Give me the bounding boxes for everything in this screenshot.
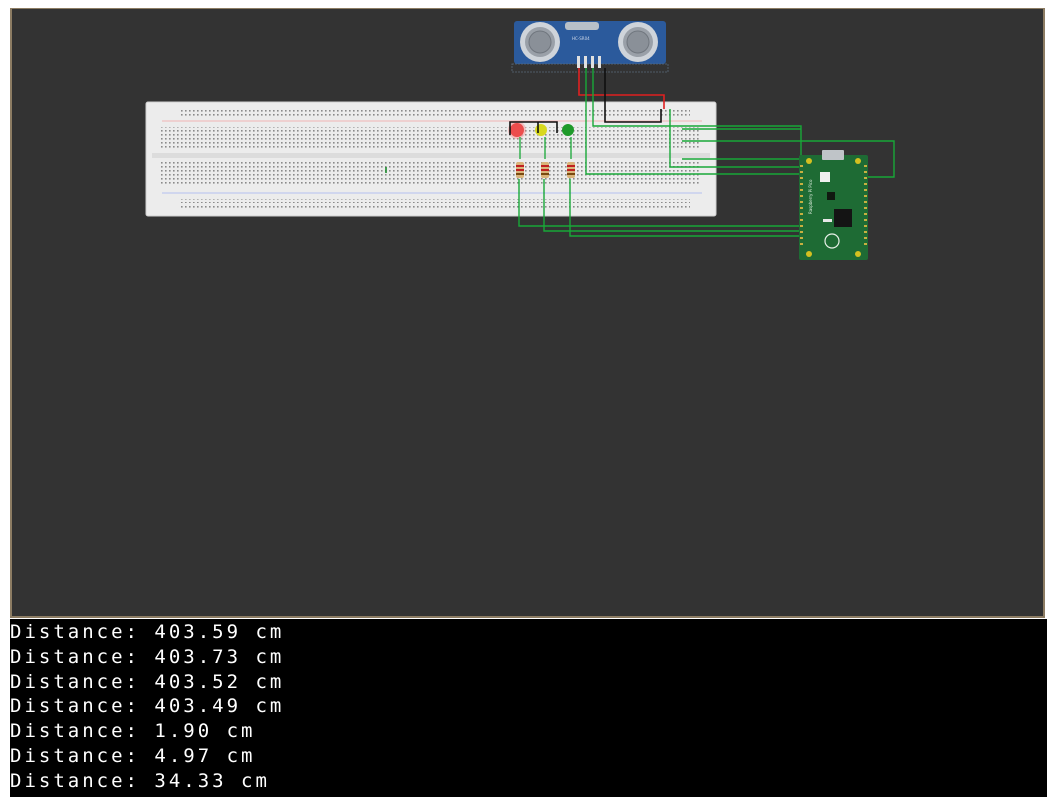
breadboard[interactable] bbox=[145, 101, 717, 217]
console-line: Distance: 403.49 cm bbox=[10, 695, 285, 718]
console-line: Distance: 403.59 cm bbox=[10, 621, 285, 643]
resistor[interactable] bbox=[567, 162, 575, 178]
console-line: Distance: 1.90 cm bbox=[10, 720, 256, 743]
yellow-led[interactable] bbox=[535, 124, 547, 136]
simulation-canvas[interactable]: HC-SR04 Raspberry Pi Pico bbox=[10, 8, 1045, 618]
sensor-label: HC-SR04 bbox=[572, 36, 590, 41]
raspberry-pi-pico[interactable]: Raspberry Pi Pico bbox=[799, 150, 868, 260]
circuit-diagram: HC-SR04 Raspberry Pi Pico bbox=[145, 21, 895, 260]
ultrasonic-sensor[interactable]: HC-SR04 bbox=[511, 21, 669, 73]
serial-console[interactable]: Distance: 403.59 cm Distance: 403.73 cm … bbox=[10, 619, 1047, 797]
resistor[interactable] bbox=[541, 162, 549, 178]
console-line: Distance: 34.33 cm bbox=[10, 769, 270, 792]
console-line: Distance: 403.52 cm bbox=[10, 670, 285, 693]
resistor[interactable] bbox=[516, 162, 524, 178]
green-led[interactable] bbox=[562, 124, 574, 136]
console-line: Distance: 403.73 cm bbox=[10, 645, 285, 668]
console-line: Distance: 4.97 cm bbox=[10, 744, 256, 767]
board-label: Raspberry Pi Pico bbox=[808, 179, 813, 214]
